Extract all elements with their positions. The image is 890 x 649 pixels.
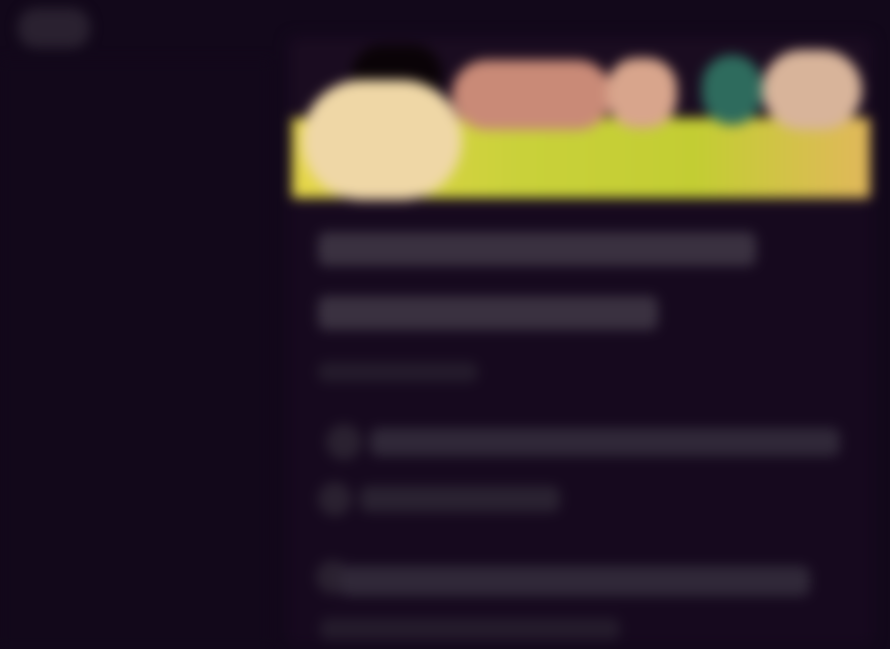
list-item-2-title[interactable]	[340, 566, 810, 596]
banner-shape	[702, 55, 762, 125]
app-logo-icon[interactable]	[18, 8, 90, 48]
list-item-1-title[interactable]	[370, 428, 840, 456]
list-item-1-subtitle	[360, 486, 560, 512]
meta-text	[318, 362, 478, 382]
page-title-line-1	[318, 232, 756, 266]
banner-shape	[302, 80, 462, 200]
hero-banner-image	[292, 40, 870, 208]
page-title-line-2	[318, 296, 658, 330]
banner-shape	[762, 50, 862, 130]
left-sidebar	[0, 60, 270, 649]
blurred-screen	[0, 0, 890, 649]
list-item-1-icon	[326, 424, 362, 460]
list-item-1-avatar	[318, 482, 352, 516]
banner-shape	[452, 60, 612, 130]
banner-shape	[607, 58, 677, 128]
list-item-2-subtitle	[320, 618, 620, 640]
